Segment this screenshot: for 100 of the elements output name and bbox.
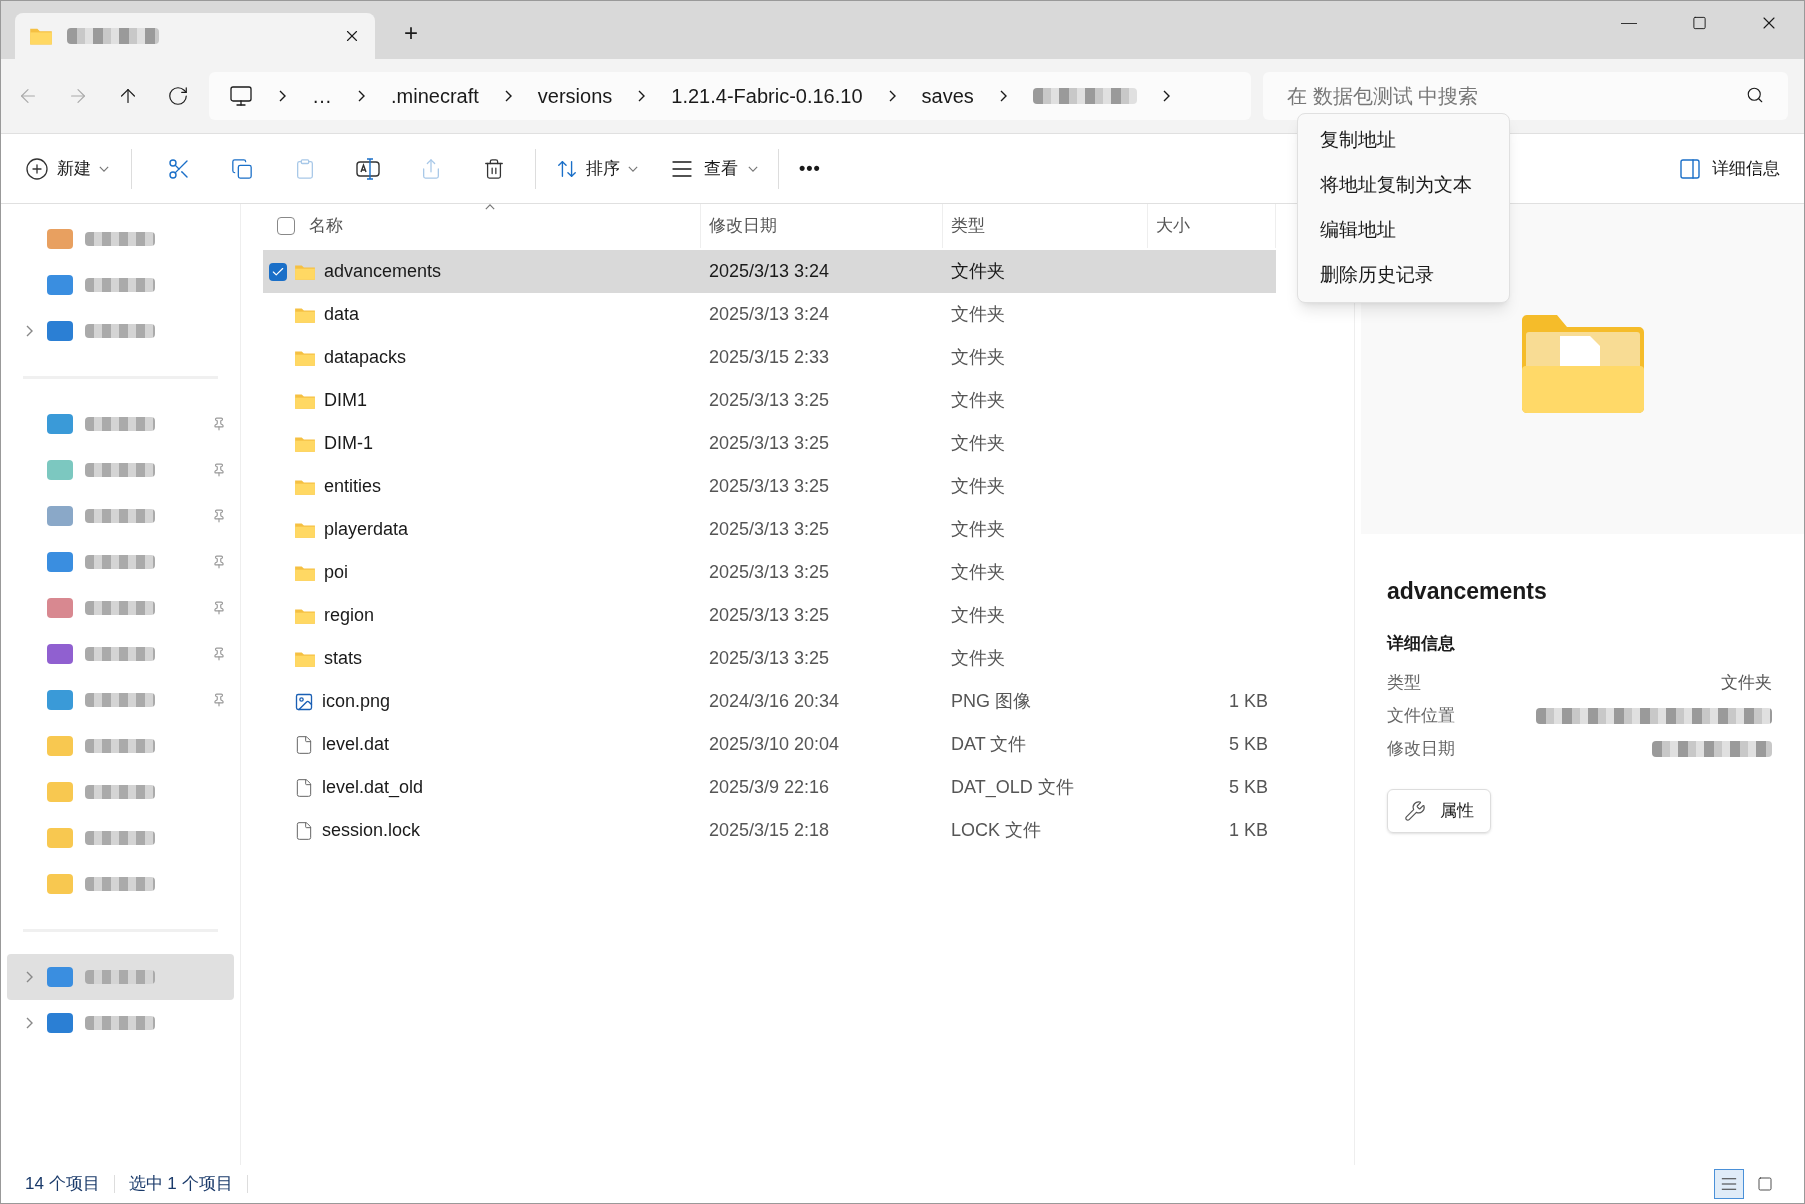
type-cell-text: LOCK 文件	[950, 819, 1043, 842]
date-cell-text: 2025/3/13 3:25	[708, 604, 831, 627]
date-cell-text: 2025/3/13 3:25	[708, 518, 831, 541]
file-row[interactable]: data 2025/3/13 3:24 文件夹	[263, 293, 1276, 336]
date-cell-text: 2025/3/13 3:25	[708, 475, 831, 498]
details-view-button[interactable]	[1714, 1169, 1744, 1199]
type-cell-text: 文件夹	[950, 303, 1006, 326]
date-cell-text: 2025/3/9 22:16	[708, 776, 831, 799]
size-cell: 5 KB	[1228, 734, 1268, 754]
field-label: 文件位置	[1387, 704, 1455, 727]
tile-icon	[1757, 1176, 1773, 1192]
details-button[interactable]: 详细信息	[1678, 148, 1780, 189]
file-row[interactable]: playerdata 2025/3/13 3:25 文件夹	[263, 508, 1276, 551]
file-name: level.dat_old	[322, 776, 424, 800]
menu-item[interactable]: 将地址复制为文本	[1298, 163, 1509, 208]
blurred-text	[85, 1016, 155, 1030]
file-row[interactable]: level.dat_old 2025/3/9 22:16 DAT_OLD 文件 5 KB	[263, 766, 1276, 809]
column-header[interactable]: 类型	[943, 204, 1148, 248]
file-row[interactable]: icon.png 2024/3/16 20:34 PNG 图像 1 KB	[263, 680, 1276, 723]
breadcrumb-item[interactable]: .minecraft	[391, 81, 479, 111]
file-icon	[294, 733, 314, 756]
file-name: region	[324, 604, 375, 627]
address-bar[interactable]: … .minecraft versions 1.21.4-Fabric-0.16.10 saves	[209, 72, 1251, 120]
date-cell-text: 2025/3/13 3:24	[708, 303, 831, 326]
row-checkbox[interactable]	[269, 262, 287, 281]
field-value: 文件夹	[1721, 671, 1772, 694]
sidebar-item[interactable]	[7, 954, 234, 1000]
sort-button[interactable]: 排序	[552, 148, 642, 189]
trash-icon	[483, 157, 505, 180]
view-button[interactable]: 查看	[670, 148, 758, 189]
file-row[interactable]: DIM1 2025/3/13 3:25 文件夹	[263, 379, 1276, 422]
breadcrumb-item[interactable]: saves	[921, 81, 974, 111]
breadcrumb-item[interactable]: versions	[537, 81, 613, 111]
column-header[interactable]: 修改日期	[701, 204, 943, 248]
file-row[interactable]: DIM-1 2025/3/13 3:25 文件夹	[263, 422, 1276, 465]
caret-icon	[748, 165, 758, 172]
blurred-text	[85, 601, 155, 615]
date-cell-text: 2025/3/13 3:25	[708, 647, 831, 670]
file-icon	[294, 819, 314, 842]
computer-icon	[229, 84, 253, 108]
chevron-icon	[638, 90, 646, 102]
file-name: data	[324, 303, 360, 326]
column-header[interactable]: 大小	[1148, 204, 1276, 248]
menu-item[interactable]: 编辑地址	[1298, 208, 1509, 253]
date-cell-text: 2025/3/15 2:33	[708, 346, 831, 369]
new-tab-button[interactable]: +	[391, 15, 431, 51]
minimize-icon	[1621, 22, 1637, 24]
file-row[interactable]: level.dat 2025/3/10 20:04 DAT 文件 5 KB	[263, 723, 1276, 766]
field-label: 修改日期	[1387, 737, 1455, 760]
file-row[interactable]: poi 2025/3/13 3:25 文件夹	[263, 551, 1276, 594]
blurred-text	[85, 509, 155, 523]
menu-item[interactable]: 复制地址	[1298, 118, 1509, 163]
item-count: 14 个项目	[25, 1173, 100, 1196]
file-name: advancements	[324, 260, 442, 283]
file-name: poi	[324, 561, 349, 584]
image-file-icon	[294, 691, 314, 712]
file-row[interactable]: stats 2025/3/13 3:25 文件夹	[263, 637, 1276, 680]
file-row[interactable]: entities 2025/3/13 3:25 文件夹	[263, 465, 1276, 508]
breadcrumb-item[interactable]: …	[312, 81, 332, 111]
list-icon	[1720, 1175, 1738, 1193]
blurred-text	[85, 324, 155, 338]
pin-icon	[212, 555, 226, 569]
chevron-icon	[279, 90, 286, 102]
size-cell: 1 KB	[1228, 691, 1268, 711]
chevron-icon	[999, 90, 1007, 102]
menu-item[interactable]: 删除历史记录	[1298, 253, 1509, 298]
search-field[interactable]: 在 数据包测试 中搜索	[1263, 72, 1788, 120]
expand-chevron-icon	[25, 1017, 33, 1029]
file-row[interactable]: region 2025/3/13 3:25 文件夹	[263, 594, 1276, 637]
type-cell-text: 文件夹	[950, 346, 1006, 369]
folder-preview-icon	[1519, 314, 1646, 414]
refresh-icon[interactable]	[167, 84, 189, 108]
clipboard-icon	[294, 157, 316, 180]
pin-icon	[212, 509, 226, 523]
date-cell-text: 2025/3/13 3:25	[708, 432, 831, 455]
field-label: 类型	[1387, 671, 1421, 694]
file-name: datapacks	[324, 346, 407, 369]
file-row[interactable]: datapacks 2025/3/15 2:33 文件夹	[263, 336, 1276, 379]
caret-icon	[99, 165, 109, 172]
size-cell: 1 KB	[1228, 820, 1268, 840]
type-cell-text: 文件夹	[950, 260, 1006, 283]
file-name: stats	[324, 647, 362, 670]
search-icon	[1746, 86, 1764, 104]
details-heading: 详细信息	[1387, 632, 1456, 655]
select-all-checkbox[interactable]	[277, 217, 295, 235]
blurred-text	[85, 877, 155, 891]
blurred-text	[85, 831, 155, 845]
properties-button[interactable]: 属性	[1387, 789, 1491, 833]
rename-icon	[356, 157, 380, 180]
file-row[interactable]: session.lock 2025/3/15 2:18 LOCK 文件 1 KB	[263, 809, 1276, 852]
blurred-text	[85, 463, 155, 477]
expand-chevron-icon	[25, 325, 33, 337]
chevron-icon	[1162, 90, 1170, 102]
file-row[interactable]: advancements 2025/3/13 3:24 文件夹	[263, 250, 1276, 293]
breadcrumb-item[interactable]: 1.21.4-Fabric-0.16.10	[671, 81, 863, 111]
more-button[interactable]: •••	[799, 155, 821, 182]
blurred-text	[85, 647, 155, 661]
date-cell-text: 2025/3/15 2:18	[708, 819, 831, 842]
column-header[interactable]: 名称	[309, 204, 701, 248]
new-button[interactable]: 新建	[25, 148, 109, 189]
